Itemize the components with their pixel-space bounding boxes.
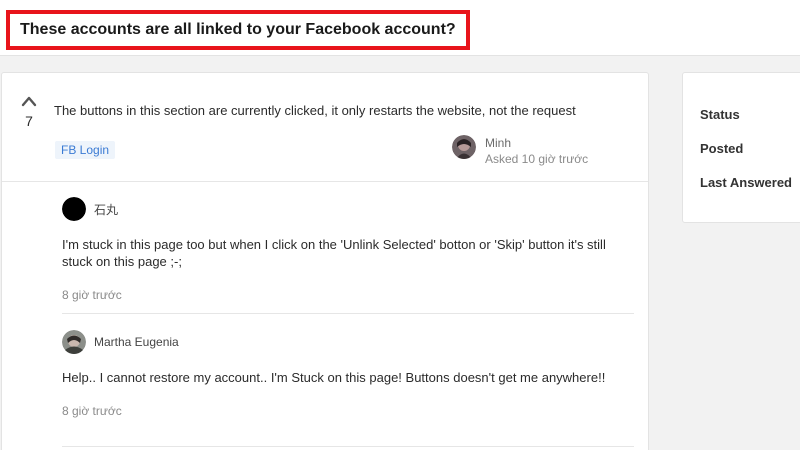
comment-author[interactable]: 石丸	[94, 201, 118, 218]
comment-text: I'm stuck in this page too but when I cl…	[62, 237, 606, 269]
header-bar: These accounts are all linked to your Fa…	[0, 0, 800, 56]
divider	[62, 313, 634, 314]
avatar[interactable]	[62, 330, 86, 354]
asker-name[interactable]: Minh	[485, 135, 588, 151]
comment-time: 8 giờ trước	[62, 288, 122, 302]
comment-author[interactable]: Martha Eugenia	[94, 335, 179, 349]
status-label: Status	[700, 107, 740, 122]
avatar[interactable]	[452, 135, 476, 159]
vote-widget: 7	[18, 95, 40, 129]
question-card: 7 The buttons in this section are curren…	[1, 72, 649, 450]
divider	[2, 181, 648, 182]
asked-time: Asked 10 giờ trước	[485, 152, 589, 166]
last-answered-label: Last Answered	[700, 175, 792, 190]
comment-item: Martha Eugenia Help.. I cannot restore m…	[62, 330, 634, 418]
asker-info: Minh Asked 10 giờ trước	[452, 135, 588, 167]
tag-fb-login[interactable]: FB Login	[55, 141, 116, 159]
divider	[62, 446, 634, 447]
comment-text: Help.. I cannot restore my account.. I'm…	[62, 370, 606, 385]
avatar[interactable]	[62, 197, 86, 221]
comment-item: 石丸 I'm stuck in this page too but when I…	[62, 197, 634, 302]
comment-time: 8 giờ trước	[62, 404, 122, 418]
question-info-panel: Status Posted Last Answered	[682, 72, 800, 223]
vote-count: 7	[25, 113, 33, 129]
posted-label: Posted	[700, 141, 744, 156]
page-title: These accounts are all linked to your Fa…	[6, 10, 470, 50]
question-text: The buttons in this section are currentl…	[54, 103, 576, 118]
chevron-up-icon[interactable]	[21, 95, 37, 107]
